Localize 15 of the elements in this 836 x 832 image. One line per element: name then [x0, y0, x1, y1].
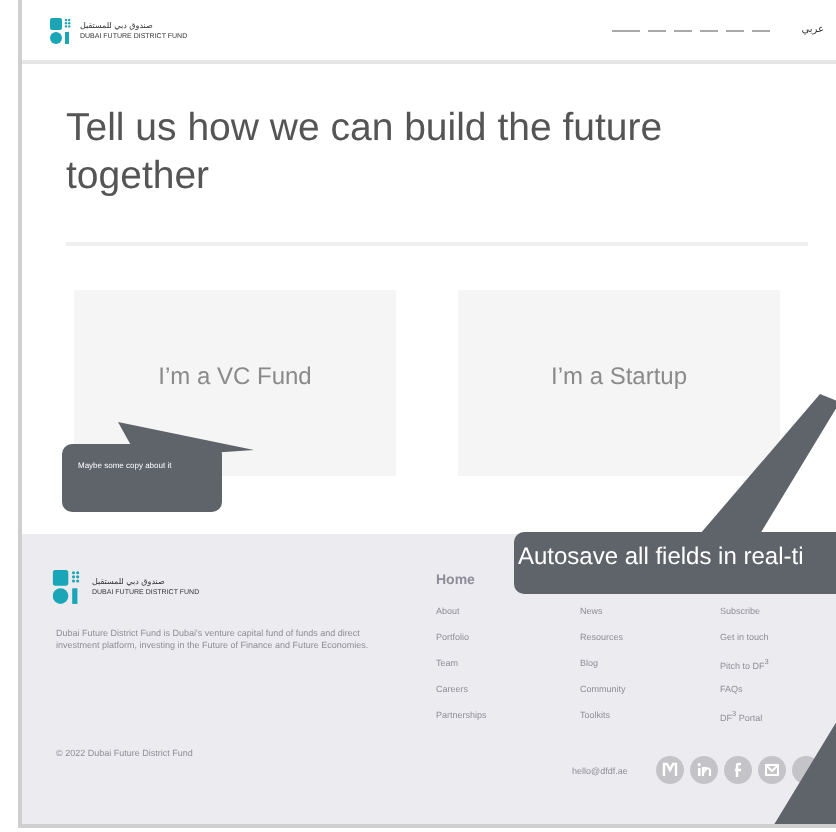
facebook-icon[interactable] — [723, 756, 752, 784]
choice-card[interactable]: I’m a Startup — [458, 290, 780, 476]
logo-icon — [50, 17, 72, 43]
page-heading: Tell us how we can build the future together — [66, 104, 665, 200]
callout-pointer — [700, 394, 836, 534]
nav-link-bar[interactable] — [611, 29, 640, 31]
nav-link-bar[interactable] — [699, 29, 718, 31]
nav-link-bar[interactable] — [647, 29, 666, 31]
linkedin-icon[interactable] — [689, 756, 718, 784]
m-logo-icon[interactable] — [655, 756, 684, 784]
annotation-tooltip: Autosave all fields in real-ti — [514, 532, 836, 594]
nav-link-bar[interactable] — [725, 29, 744, 31]
logo-icon — [52, 570, 82, 604]
nav-link-bar[interactable] — [673, 29, 692, 31]
nav-link-bar[interactable] — [751, 29, 770, 31]
